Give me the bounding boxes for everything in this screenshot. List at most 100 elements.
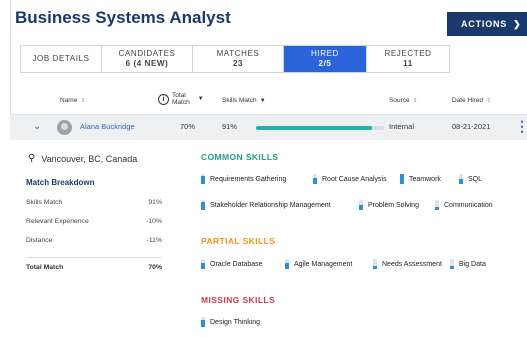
skill-item: Needs Assessment — [373, 259, 442, 269]
skill-level-fill — [450, 266, 454, 269]
skill-level-fill — [201, 320, 205, 327]
tab-job-details[interactable]: JOB DETAILS — [21, 46, 102, 72]
chevron-down-icon: ❯ — [513, 18, 522, 29]
skill-level-icon — [435, 200, 439, 210]
breakdown-label: Skills Match — [26, 199, 63, 206]
info-icon[interactable]: i — [158, 93, 169, 105]
skill-item: Root Cause Analysis — [313, 174, 387, 184]
tab-count: 23 — [232, 59, 244, 68]
table-header: Name ⇕ i Total Match ▼ Skills Match ▼ Sour… — [10, 88, 527, 114]
skill-level-icon — [313, 174, 317, 184]
total-match-row: Total Match 70% — [26, 264, 162, 271]
source-value: Internal — [389, 122, 415, 131]
skill-item: Requirements Gathering — [201, 174, 286, 184]
actions-label: ACTIONS — [461, 19, 508, 29]
actions-button[interactable]: ACTIONS ❯ — [447, 12, 527, 36]
tab-label: CANDIDATES — [118, 49, 176, 58]
tab-candidates[interactable]: CANDIDATES 6 (4 NEW) — [102, 46, 193, 72]
location-pin-icon: ⚲ — [28, 153, 36, 164]
breakdown-value: -10% — [146, 218, 162, 225]
skill-level-icon — [359, 200, 363, 210]
skill-name: Big Data — [459, 260, 486, 268]
skill-item: Oracle Database — [201, 259, 263, 269]
skills-match-bar — [256, 126, 384, 130]
skill-level-fill — [459, 179, 463, 184]
skill-name: Requirements Gathering — [210, 175, 287, 183]
skill-level-fill — [435, 207, 439, 210]
more-options-icon[interactable]: ⋮ — [515, 119, 527, 133]
common-skills-title: COMMON SKILLS — [201, 152, 279, 162]
candidate-name[interactable]: Alana Buckridge — [80, 122, 135, 131]
column-date-hired[interactable]: Date Hired ⇕ — [452, 97, 491, 104]
breakdown-label: Distance — [26, 237, 53, 244]
skill-level-icon — [201, 200, 205, 210]
skills-match-fill — [256, 126, 373, 130]
tab-count: 6 (4 NEW) — [125, 59, 169, 68]
tab-count: 11 — [403, 59, 413, 68]
column-name-label: Name — [60, 97, 78, 104]
divider — [26, 257, 162, 258]
breakdown-row: Skills Match 91% — [26, 199, 162, 206]
column-skills-label: Skills Match — [222, 97, 257, 104]
skill-level-fill — [373, 266, 377, 269]
column-source[interactable]: Source ⇕ — [389, 97, 418, 104]
breakdown-value: 91% — [148, 199, 162, 206]
total-match-value: 70% — [148, 264, 162, 271]
skill-level-fill — [201, 202, 205, 210]
tab-matches[interactable]: MATCHES 23 — [193, 46, 284, 72]
tab-label: JOB DETAILS — [32, 54, 90, 63]
skill-name: Problem Solving — [368, 201, 419, 209]
avatar — [57, 120, 72, 135]
column-match-label: Match — [172, 99, 190, 106]
skill-item: Design Thinking — [201, 317, 260, 327]
skill-level-fill — [201, 176, 205, 184]
skill-level-fill — [313, 178, 317, 184]
match-breakdown-title: Match Breakdown — [26, 178, 95, 187]
tab-label: MATCHES — [216, 49, 260, 58]
tab-label: REJECTED — [384, 49, 432, 58]
location: ⚲ Vancouver, BC, Canada — [28, 153, 137, 164]
column-source-label: Source — [389, 97, 410, 104]
skill-level-icon — [373, 259, 377, 269]
column-total-label: Total — [172, 92, 186, 99]
chevron-down-icon[interactable]: ⌄ — [33, 121, 41, 132]
skill-level-icon — [459, 174, 463, 184]
skill-item: Communication — [435, 200, 493, 210]
skill-level-icon — [201, 259, 205, 269]
column-date-label: Date Hired — [452, 97, 484, 104]
skill-level-icon — [450, 259, 454, 269]
caret-down-icon: ▼ — [259, 97, 266, 104]
skill-name: Communication — [444, 201, 493, 209]
sort-icon: ⇕ — [486, 98, 492, 104]
breakdown-label: Relevant Experience — [26, 218, 89, 225]
skill-item: Big Data — [450, 259, 486, 269]
missing-skills-title: MISSING SKILLS — [201, 295, 276, 305]
column-skills-match[interactable]: Skills Match ▼ — [222, 97, 266, 104]
skill-level-fill — [201, 263, 205, 269]
column-name[interactable]: Name ⇕ — [60, 97, 85, 104]
total-match-value: 70% — [180, 122, 196, 131]
partial-skills-title: PARTIAL SKILLS — [201, 236, 276, 246]
total-match-label: Total Match — [26, 264, 64, 271]
skill-item: Teamwork — [400, 174, 441, 184]
tab-rejected[interactable]: REJECTED 11 — [367, 46, 449, 72]
page-title: Business Systems Analyst — [15, 8, 231, 27]
caret-down-icon: ▼ — [197, 96, 204, 102]
breakdown-row: Distance -11% — [26, 237, 162, 244]
skill-item: Problem Solving — [359, 200, 419, 210]
skill-name: Needs Assessment — [382, 260, 442, 268]
skill-item: Agile Management — [285, 259, 352, 269]
date-hired-value: 08-21-2021 — [452, 122, 491, 131]
tab-count: 2/5 — [318, 59, 332, 68]
table-row[interactable]: ⌄ Alana Buckridge 70% 91% Internal 08-21… — [10, 114, 527, 140]
skill-level-fill — [285, 263, 289, 269]
skill-level-fill — [359, 205, 363, 210]
skill-name: SQL — [468, 175, 483, 183]
tab-hired[interactable]: HIRED 2/5 — [284, 46, 367, 72]
breakdown-value: -11% — [146, 237, 162, 244]
skill-level-icon — [201, 317, 205, 327]
skill-level-icon — [400, 174, 404, 184]
skill-name: Teamwork — [409, 175, 441, 183]
skill-name: Agile Management — [294, 260, 353, 268]
column-total-match[interactable]: i Total Match ▼ — [158, 92, 204, 106]
